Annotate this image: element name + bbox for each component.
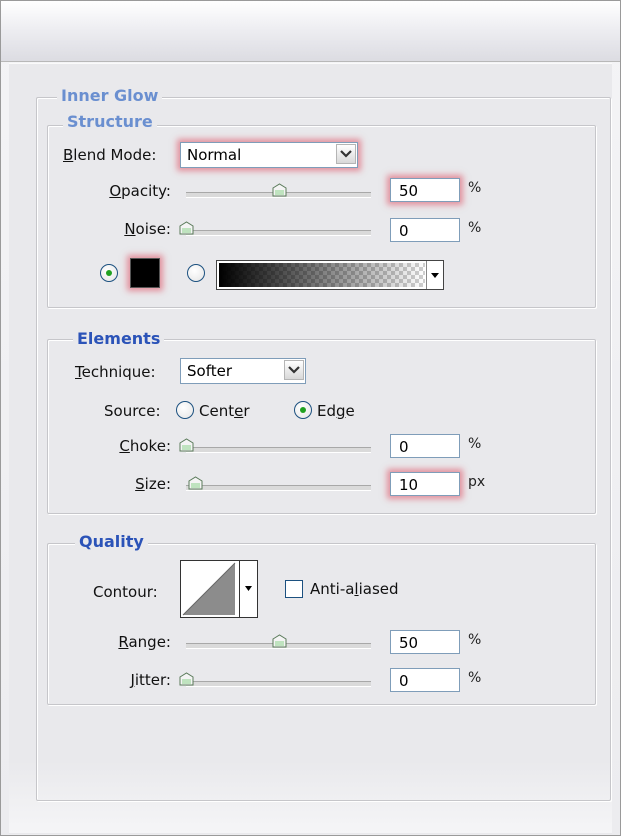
opacity-slider-thumb[interactable] [272, 182, 287, 197]
blend-mode-value: Normal [187, 146, 242, 164]
source-center-label: Center [199, 402, 250, 420]
size-slider-thumb[interactable] [188, 475, 203, 490]
technique-value: Softer [187, 362, 232, 380]
jitter-unit: % [468, 670, 482, 686]
gradient-preview [219, 263, 425, 287]
choke-unit: % [468, 436, 482, 452]
color-swatch[interactable] [130, 258, 160, 288]
contour-label: Contour: [93, 583, 158, 601]
source-label: Source: [104, 402, 161, 420]
choke-input[interactable]: 0 [390, 434, 460, 458]
opacity-input[interactable]: 50 [390, 178, 460, 202]
jitter-slider-thumb[interactable] [179, 671, 194, 686]
range-label: Range: [118, 633, 171, 651]
noise-slider[interactable] [186, 230, 371, 236]
noise-input[interactable]: 0 [390, 218, 460, 242]
range-slider-thumb[interactable] [272, 633, 287, 648]
jitter-slider[interactable] [186, 681, 371, 687]
inner-glow-legend: Inner Glow [57, 87, 163, 105]
size-slider[interactable] [186, 485, 371, 491]
chevron-down-icon[interactable] [284, 360, 304, 380]
contour-dropdown-arrow-icon[interactable] [239, 561, 257, 617]
source-edge-label: Edge [317, 402, 355, 420]
color-fill-radio[interactable] [100, 264, 118, 282]
contour-preview [182, 562, 236, 616]
contour-picker[interactable] [180, 560, 258, 618]
range-unit: % [468, 632, 482, 648]
noise-label: Noise: [124, 220, 171, 238]
size-input[interactable]: 10 [390, 472, 460, 496]
opacity-unit: % [468, 180, 482, 196]
size-unit: px [468, 474, 486, 490]
anti-aliased-checkbox[interactable] [285, 580, 303, 598]
elements-legend: Elements [73, 330, 165, 348]
technique-dropdown[interactable]: Softer [180, 358, 306, 384]
jitter-label: Jitter: [130, 671, 171, 689]
anti-aliased-label: Anti-aliased [310, 580, 399, 598]
choke-slider-thumb[interactable] [179, 437, 194, 452]
blend-mode-label: Blend Mode: [63, 146, 157, 164]
technique-label: Technique: [75, 363, 156, 381]
noise-slider-thumb[interactable] [179, 220, 194, 235]
blend-mode-dropdown[interactable]: Normal [180, 142, 358, 168]
layer-style-window: Inner Glow Structure Blend Mode: Normal … [0, 0, 621, 836]
gradient-dropdown-arrow-icon[interactable] [426, 261, 443, 289]
jitter-input[interactable]: 0 [390, 668, 460, 692]
size-label: Size: [135, 475, 171, 493]
opacity-label: Opacity: [109, 182, 171, 200]
gradient-picker[interactable] [216, 260, 444, 290]
noise-unit: % [468, 220, 482, 236]
title-bar [1, 1, 620, 62]
range-input[interactable]: 50 [390, 630, 460, 654]
choke-slider[interactable] [186, 447, 371, 453]
gradient-fill-radio[interactable] [187, 264, 205, 282]
chevron-down-icon[interactable] [336, 144, 356, 164]
choke-label: Choke: [119, 437, 171, 455]
source-center-radio[interactable] [176, 401, 194, 419]
quality-legend: Quality [75, 533, 148, 551]
source-edge-radio[interactable] [294, 401, 312, 419]
structure-legend: Structure [63, 113, 157, 131]
